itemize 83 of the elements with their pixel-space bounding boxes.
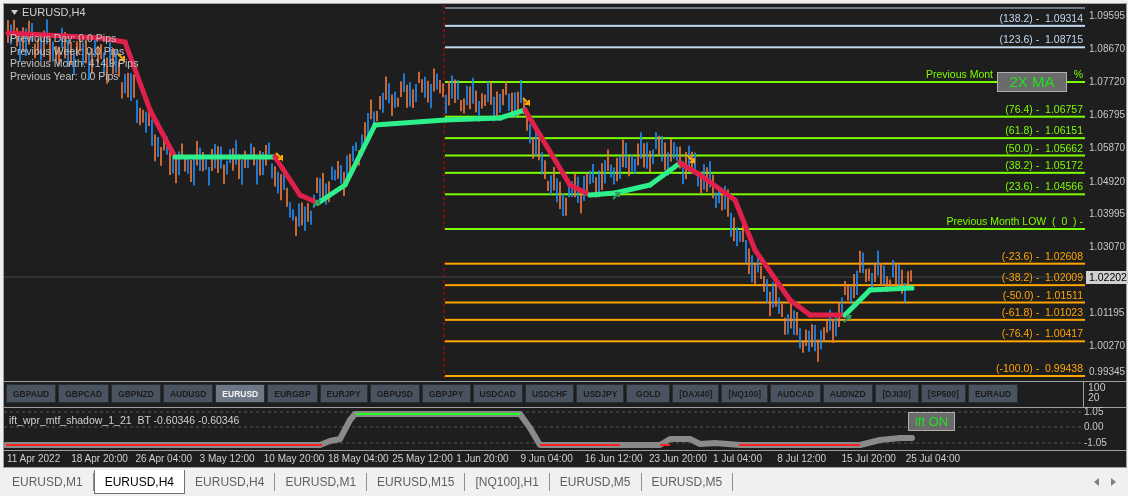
symbol-button[interactable]: USDJPY xyxy=(576,384,625,403)
time-axis-label: 9 Jun 04:00 xyxy=(520,452,574,466)
symbol-button[interactable]: [NQ100] xyxy=(721,384,768,403)
level-label: (-38.2) - 1.02009 xyxy=(1001,271,1083,285)
chart-tab[interactable]: EURUSD,M5 xyxy=(641,473,734,491)
symbol-button[interactable]: GBPCAD xyxy=(58,384,110,403)
chart-tab[interactable]: EURUSD,H4 xyxy=(93,470,186,494)
scroll-right-icon[interactable] xyxy=(1111,478,1116,486)
symbol-button[interactable]: GBPJPY xyxy=(422,384,471,403)
price-axis-label: 0.99345 xyxy=(1089,365,1126,378)
level-label: (123.6) - 1.08715 xyxy=(999,33,1083,47)
time-axis-label: 23 Jun 20:00 xyxy=(648,452,708,466)
chart-title: EURUSD,H4 xyxy=(22,6,86,18)
chart-tab[interactable]: EURUSD,M1 xyxy=(2,473,94,491)
ift-toggle-button[interactable]: ift ON xyxy=(908,412,955,431)
chart-tab[interactable]: EURUSD,M15 xyxy=(367,473,466,491)
level-label: (61.8) - 1.06151 xyxy=(1005,124,1083,138)
time-axis-label: 26 Apr 04:00 xyxy=(135,452,194,466)
current-price-label: 1.02202 xyxy=(1086,270,1128,284)
scroll-left-icon[interactable] xyxy=(1094,478,1099,486)
symbol-button[interactable]: GBPAUD xyxy=(6,384,57,403)
symbol-button[interactable]: EURJPY xyxy=(319,384,368,403)
price-axis-label: 1.00270 xyxy=(1089,339,1126,353)
level-label: (-50.0) - 1.01511 xyxy=(1002,288,1083,302)
dropdown-caret-icon[interactable] xyxy=(11,10,18,15)
price-axis-label: 1.08670 xyxy=(1089,41,1126,55)
symbol-button[interactable]: USDCAD xyxy=(472,384,523,403)
price-axis-label: 1.04920 xyxy=(1089,174,1126,188)
time-axis-label: 8 Jul 12:00 xyxy=(777,452,828,466)
time-axis-label: 3 May 12:00 xyxy=(199,452,256,466)
time-axis-label: 25 Jul 04:00 xyxy=(905,452,962,466)
time-axis-label: 15 Jul 20:00 xyxy=(841,452,897,466)
level-label: (76.4) - 1.06757 xyxy=(1005,102,1083,116)
level-label: % xyxy=(1073,68,1083,81)
symbol-button[interactable]: AUDNZD xyxy=(822,384,873,403)
level-label: (-100.0) - 0.99438 xyxy=(996,362,1083,375)
price-axis-label: 1.03070 xyxy=(1089,240,1126,254)
indicator-title: ift_wpr_mtf_shadow_1_21 BT -0.60346 -0.60346 xyxy=(9,414,240,426)
time-axis-label: 25 May 12:00 xyxy=(392,452,454,466)
level-label: (38.2) - 1.05172 xyxy=(1005,158,1083,172)
symbol-button[interactable]: [SP500] xyxy=(920,384,966,403)
indicator-axis-label: 1.05 xyxy=(1084,406,1104,418)
time-axis-label: 1 Jun 20:00 xyxy=(456,452,510,466)
symbol-button[interactable]: AUDUSD xyxy=(162,384,214,403)
symbol-button[interactable]: [DAX40] xyxy=(672,384,720,403)
level-label: Previous Mont xyxy=(925,68,993,81)
level-label: (-23.6) - 1.02608 xyxy=(1001,249,1083,263)
level-label: Previous Month LOW ( 0 ) - xyxy=(946,215,1083,228)
time-axis-label: 18 May 04:00 xyxy=(327,452,390,466)
symbol-button[interactable]: GBPUSD xyxy=(369,384,420,403)
price-axis-label: 1.01195 xyxy=(1089,306,1125,320)
level-label: (138.2) - 1.09314 xyxy=(999,11,1083,25)
time-axis-label: 18 Apr 20:00 xyxy=(71,452,129,466)
price-axis-label: 1.05870 xyxy=(1089,140,1126,154)
axis-label: 100 xyxy=(1088,382,1106,392)
symbol-button[interactable]: EURUSD xyxy=(215,384,266,403)
time-axis-label: 10 May 20:00 xyxy=(263,452,326,466)
symbol-button[interactable]: GOLD xyxy=(626,384,671,403)
level-label: (23.6) - 1.04566 xyxy=(1005,180,1083,194)
symbol-button[interactable]: [DJI30] xyxy=(874,384,919,403)
ma-toggle-button[interactable]: 2X MA xyxy=(997,72,1067,92)
symbol-button[interactable]: EURGBP xyxy=(267,384,318,403)
symbol-button[interactable]: USDCHF xyxy=(524,384,575,403)
symbol-button[interactable]: GBPNZD xyxy=(111,384,161,403)
chart-tab[interactable]: EURUSD,M5 xyxy=(549,473,642,491)
axis-label: 20 xyxy=(1088,392,1101,402)
price-axis-label: 1.03995 xyxy=(1089,207,1126,221)
price-axis-label: 1.07720 xyxy=(1089,75,1126,89)
chart-tab[interactable]: EURUSD,H4 xyxy=(185,473,276,491)
indicator-axis-label: -1.05 xyxy=(1084,437,1107,449)
level-label: (-61.8) - 1.01023 xyxy=(1001,305,1083,319)
chart-tab[interactable]: [NQ100],H1 xyxy=(465,473,550,491)
symbol-button[interactable]: AUDCAD xyxy=(769,384,821,403)
price-axis-label: 1.06795 xyxy=(1089,108,1126,122)
level-label: (-76.4) - 1.00417 xyxy=(1001,327,1083,341)
level-label: (50.0) - 1.05662 xyxy=(1005,141,1083,155)
time-axis-label: 16 Jun 12:00 xyxy=(584,452,644,466)
time-axis-label: 11 Apr 2022 xyxy=(7,452,62,466)
symbol-button[interactable]: EURAUD xyxy=(967,384,1019,403)
time-axis-label: 1 Jul 04:00 xyxy=(713,452,763,466)
price-axis-label: 1.09595 xyxy=(1089,9,1126,22)
chart-tab[interactable]: EURUSD,M1 xyxy=(275,473,368,491)
indicator-axis-label: 0.00 xyxy=(1084,421,1104,433)
